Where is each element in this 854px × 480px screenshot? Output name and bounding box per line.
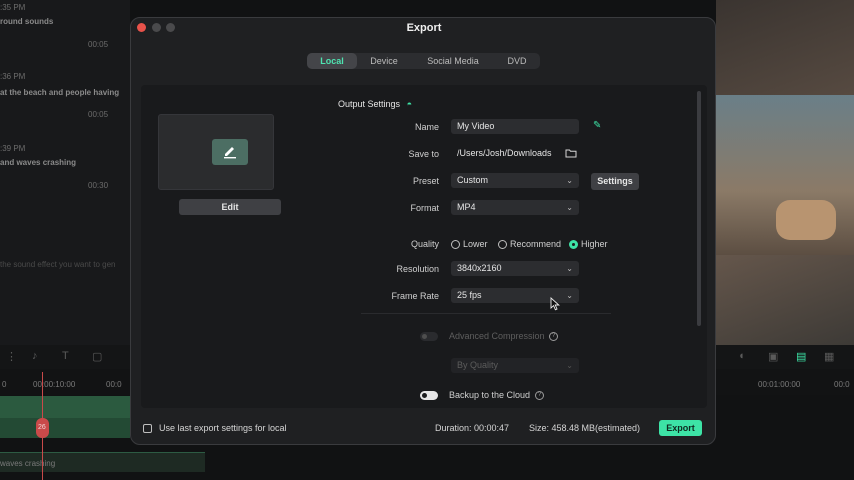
- tab-dvd[interactable]: DVD: [495, 53, 539, 69]
- name-input[interactable]: My Video: [451, 119, 579, 134]
- compression-mode-select[interactable]: By Quality ⌄: [451, 358, 579, 373]
- quality-option-label: Higher: [581, 239, 608, 249]
- section-divider: [361, 313, 611, 314]
- chevron-down-icon: ⌄: [566, 361, 573, 370]
- resolution-value: 3840x2160: [457, 263, 502, 273]
- format-label: Format: [410, 203, 439, 213]
- save-to-value: /Users/Josh/Downloads: [457, 148, 552, 158]
- tab-local[interactable]: Local: [307, 53, 357, 69]
- audio-clip-label: waves crashing: [0, 459, 56, 468]
- help-icon[interactable]: ?: [549, 332, 558, 341]
- text-icon[interactable]: T: [62, 350, 69, 362]
- video-track-clip[interactable]: [0, 418, 130, 438]
- crop-icon[interactable]: ▢: [92, 350, 102, 363]
- frame-rate-label: Frame Rate: [391, 291, 439, 301]
- export-dialog: Export Local Device Social Media DVD Edi…: [130, 17, 716, 445]
- ruler-tick: 00:01:00:00: [758, 380, 801, 389]
- folder-icon[interactable]: [565, 148, 577, 158]
- item-text[interactable]: and waves crashing: [0, 158, 76, 167]
- name-label: Name: [414, 122, 439, 132]
- edit-thumbnail-button[interactable]: [212, 139, 248, 165]
- format-value: MP4: [457, 202, 476, 212]
- radio-circle: [498, 239, 507, 249]
- grid-icon[interactable]: ▦: [824, 350, 834, 363]
- split-icon[interactable]: ⋮: [6, 350, 17, 363]
- preview-subject: [776, 200, 836, 240]
- clip-badge: 26: [38, 424, 46, 431]
- backup-cloud-label: Backup to the Cloud: [449, 390, 531, 400]
- item-time: :39 PM: [0, 144, 26, 153]
- dialog-title: Export: [406, 22, 442, 34]
- resolution-select[interactable]: 3840x2160 ⌄: [451, 261, 579, 276]
- ai-rename-icon[interactable]: ✎: [593, 120, 601, 131]
- frame-rate-value: 25 fps: [457, 290, 482, 300]
- layers-icon[interactable]: ▣: [768, 350, 778, 363]
- tab-device[interactable]: Device: [359, 53, 409, 69]
- preset-select[interactable]: Custom ⌄: [451, 173, 579, 188]
- audio-track-clip[interactable]: waves crashing: [0, 452, 205, 472]
- quality-lower-radio[interactable]: Lower: [451, 239, 488, 249]
- video-track-clip[interactable]: [0, 396, 130, 418]
- item-duration: 00:30: [88, 181, 109, 190]
- use-last-settings-checkbox[interactable]: [143, 424, 152, 433]
- graduation-cap-icon[interactable]: ◓: [407, 99, 412, 109]
- advanced-compression-label: Advanced Compression: [449, 331, 545, 341]
- use-last-settings-label: Use last export settings for local: [159, 423, 287, 433]
- quality-option-label: Recommend: [510, 239, 562, 249]
- chevron-down-icon: ⌄: [566, 291, 573, 300]
- title-bar: Export: [131, 18, 715, 40]
- mic-icon[interactable]: ◖: [738, 350, 745, 362]
- chevron-down-icon: ⌄: [566, 203, 573, 212]
- playhead-handle[interactable]: 26: [36, 418, 49, 438]
- pencil-icon: [224, 147, 236, 159]
- ruler-tick: 00:0: [834, 380, 850, 389]
- ai-icon[interactable]: ▤: [796, 350, 806, 363]
- name-value: My Video: [457, 121, 495, 131]
- help-icon[interactable]: ?: [535, 391, 544, 400]
- output-settings-heading: Output Settings ◓: [338, 99, 412, 109]
- media-panel: :35 PM round sounds 00:05 :36 PM at the …: [0, 0, 130, 345]
- video-preview: [716, 0, 854, 345]
- prompt-hint[interactable]: the sound effect you want to gen: [0, 260, 116, 269]
- item-text[interactable]: round sounds: [0, 17, 53, 26]
- item-duration: 00:05: [88, 110, 109, 119]
- chevron-down-icon: ⌄: [566, 264, 573, 273]
- preset-label: Preset: [412, 176, 439, 186]
- preset-value: Custom: [457, 175, 489, 185]
- advanced-compression-toggle[interactable]: [420, 332, 438, 341]
- item-time: :36 PM: [0, 72, 26, 81]
- ruler-tick: 00:00:10:00: [33, 380, 76, 389]
- format-select[interactable]: MP4 ⌄: [451, 200, 579, 215]
- ruler-tick: 00:0: [106, 380, 122, 389]
- save-to-label: Save to: [408, 149, 439, 159]
- quality-recommend-radio[interactable]: Recommend: [498, 239, 561, 249]
- edit-button[interactable]: Edit: [179, 199, 281, 215]
- chevron-down-icon: ⌄: [566, 176, 573, 185]
- save-to-path[interactable]: /Users/Josh/Downloads: [451, 146, 579, 161]
- settings-scrollbar[interactable]: [697, 91, 701, 326]
- quality-option-label: Lower: [463, 239, 488, 249]
- item-time: :35 PM: [0, 3, 26, 12]
- resolution-label: Resolution: [396, 264, 439, 274]
- output-settings-label: Output Settings: [338, 99, 401, 109]
- radio-circle: [451, 239, 460, 249]
- radio-circle-selected: [569, 239, 578, 249]
- quality-higher-radio[interactable]: Higher: [569, 239, 608, 249]
- item-text[interactable]: at the beach and people having: [0, 88, 119, 97]
- mouse-pointer-icon: [550, 297, 560, 311]
- export-thumbnail: [158, 114, 274, 190]
- quality-label: Quality: [410, 239, 439, 249]
- size-readout: Size: 458.48 MB(estimated): [529, 423, 641, 433]
- settings-button[interactable]: Settings: [591, 173, 639, 190]
- compression-mode-value: By Quality: [457, 360, 499, 370]
- tab-social-media[interactable]: Social Media: [411, 53, 495, 69]
- export-tabs: Local Device Social Media DVD: [307, 53, 540, 69]
- ruler-tick: 0: [2, 380, 7, 389]
- item-duration: 00:05: [88, 40, 109, 49]
- export-button[interactable]: Export: [659, 420, 702, 436]
- duration-readout: Duration: 00:00:47: [435, 423, 510, 433]
- backup-cloud-toggle[interactable]: [420, 391, 438, 400]
- audio-icon[interactable]: ♪: [32, 350, 38, 362]
